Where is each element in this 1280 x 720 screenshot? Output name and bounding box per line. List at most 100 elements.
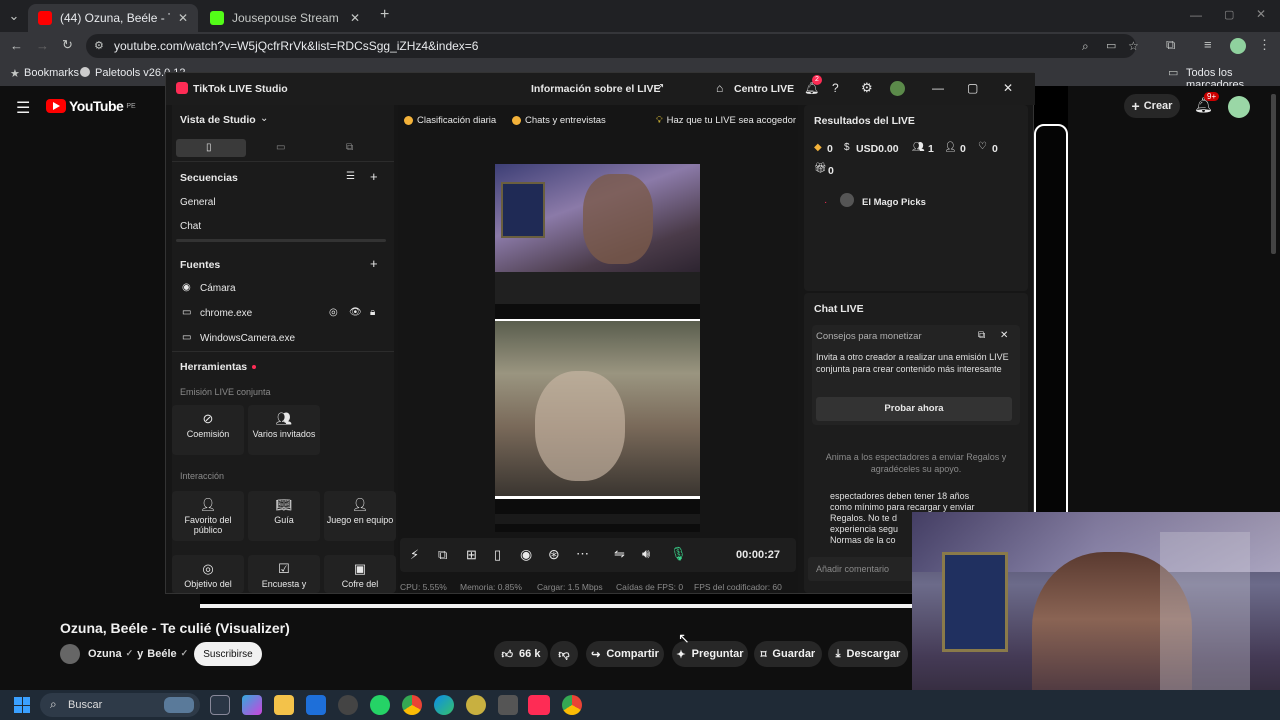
extensions-icon[interactable]: ⧉ bbox=[1166, 37, 1175, 53]
edge-icon[interactable] bbox=[434, 695, 454, 715]
dislike-button[interactable]: 👎︎ bbox=[550, 641, 578, 667]
bookmarks-label[interactable]: Bookmarks bbox=[24, 67, 79, 79]
portrait-layout-button[interactable]: ▯ bbox=[176, 139, 246, 157]
viewer-name[interactable]: El Mago Picks bbox=[862, 197, 926, 208]
whatsapp-icon[interactable] bbox=[370, 695, 390, 715]
live-info-link[interactable]: Información sobre el LIVE bbox=[531, 83, 661, 95]
settings-gear-icon[interactable]: ⚙ bbox=[861, 80, 873, 96]
task-view-icon[interactable] bbox=[210, 695, 230, 715]
sequence-item[interactable]: General bbox=[180, 197, 216, 208]
adjust-sliders-icon[interactable]: ⇋ bbox=[614, 546, 625, 562]
multi-guest-tool-button[interactable]: 👥︎ Varios invitados bbox=[248, 405, 320, 455]
tiktok-taskbar-icon[interactable] bbox=[528, 695, 550, 715]
tab-kick-stream[interactable]: Jousepouse Stream - Watch Liv ✕ bbox=[200, 4, 370, 32]
tab-youtube[interactable]: (44) Ozuna, Beéle - Te culié (Vis ✕ bbox=[28, 4, 198, 32]
bookmark-star-icon[interactable]: ☆ bbox=[1128, 34, 1139, 58]
address-bar[interactable]: ⚙ youtube.com/watch?v=W5jQcfrRrVk&list=R… bbox=[86, 34, 1139, 58]
help-icon[interactable]: ? bbox=[832, 81, 839, 95]
landscape-layout-icon[interactable]: ▭ bbox=[276, 142, 285, 153]
daily-ranking-chip[interactable]: Clasificación diaria bbox=[404, 111, 496, 129]
store-icon[interactable] bbox=[306, 695, 326, 715]
record-icon[interactable]: ◉ bbox=[520, 546, 532, 563]
like-button[interactable]: 👍︎ 66 k bbox=[494, 641, 548, 667]
live-center-button[interactable]: Centro LIVE bbox=[734, 83, 794, 95]
download-button[interactable]: ⤓ Descargar bbox=[828, 641, 908, 667]
source-chrome[interactable]: chrome.exe bbox=[200, 308, 252, 319]
reload-icon[interactable]: ↻ bbox=[62, 37, 73, 53]
app-icon[interactable] bbox=[338, 695, 358, 715]
chrome-profile-icon[interactable] bbox=[562, 695, 582, 715]
cast-icon[interactable]: ▭ bbox=[1106, 34, 1116, 58]
minimize-icon[interactable]: — bbox=[932, 81, 944, 95]
media-controls-icon[interactable]: ≡ bbox=[1204, 37, 1212, 52]
studio-view-dropdown[interactable]: Vista de Studio bbox=[180, 114, 256, 126]
save-button[interactable]: ⌑ Guardar bbox=[754, 641, 822, 667]
poll-tool-button[interactable]: ☑ Encuesta y bbox=[248, 555, 320, 593]
source-camera[interactable]: Cámara bbox=[200, 283, 236, 294]
app-icon[interactable] bbox=[466, 695, 486, 715]
channel-name-ozuna[interactable]: Ozuna bbox=[88, 648, 122, 660]
close-icon[interactable]: ✕ bbox=[1003, 81, 1013, 95]
add-media-icon[interactable]: ⊞ bbox=[466, 547, 477, 563]
microphone-icon[interactable]: 🎙︎ bbox=[670, 546, 687, 562]
add-sequence-icon[interactable]: + bbox=[370, 169, 378, 184]
team-game-tool-button[interactable]: 👤︎ Juego en equipo bbox=[324, 491, 396, 541]
youtube-logo[interactable]: YouTube PE bbox=[46, 98, 136, 114]
chats-interviews-chip[interactable]: Chats y entrevistas bbox=[512, 111, 606, 129]
effects-icon[interactable]: ⧉ bbox=[438, 547, 447, 563]
maximize-icon[interactable]: ▢ bbox=[967, 81, 978, 95]
volume-icon[interactable]: 🔊︎ bbox=[642, 546, 650, 562]
forward-icon[interactable]: → bbox=[36, 38, 49, 53]
lock-icon[interactable]: 🔒︎ bbox=[370, 307, 375, 318]
list-icon[interactable]: ☰ bbox=[346, 171, 355, 182]
popout-icon[interactable]: ⧉ bbox=[978, 330, 985, 341]
camera-switch-icon[interactable]: ⊛ bbox=[548, 546, 560, 563]
chrome-icon[interactable] bbox=[402, 695, 422, 715]
taskbar-search[interactable]: ⌕ Buscar bbox=[40, 693, 200, 717]
back-icon[interactable]: ← bbox=[10, 38, 23, 53]
phone-icon[interactable]: ▯ bbox=[494, 547, 501, 563]
share-button[interactable]: ↪ Compartir bbox=[586, 641, 664, 667]
copilot-icon[interactable] bbox=[242, 695, 262, 715]
cozy-live-chip[interactable]: 💡︎ Haz que tu LIVE sea acogedor bbox=[656, 111, 796, 129]
tiktok-avatar[interactable] bbox=[890, 81, 905, 96]
try-now-button[interactable]: Probar ahora bbox=[816, 397, 1012, 421]
close-tab-icon[interactable]: ✕ bbox=[178, 11, 188, 25]
sequences-scrollbar[interactable] bbox=[176, 239, 386, 242]
close-tab-icon[interactable]: ✕ bbox=[350, 11, 360, 25]
camera-app-icon[interactable] bbox=[498, 695, 518, 715]
more-options-icon[interactable]: ⋯ bbox=[576, 546, 589, 562]
youtube-avatar[interactable] bbox=[1228, 96, 1250, 118]
audience-favorite-tool-button[interactable]: 👤︎ Favorito del público bbox=[172, 491, 244, 541]
chest-tool-button[interactable]: ▣ Cofre del bbox=[324, 555, 396, 593]
new-tab-button[interactable]: + bbox=[380, 6, 389, 24]
page-scrollbar[interactable] bbox=[1271, 94, 1276, 254]
create-button[interactable]: + Crear bbox=[1124, 94, 1180, 118]
add-source-icon[interactable]: + bbox=[370, 256, 378, 271]
site-info-icon[interactable]: ⚙ bbox=[94, 34, 104, 58]
maximize-icon[interactable]: ▢ bbox=[1224, 8, 1234, 21]
source-windows-camera[interactable]: WindowsCamera.exe bbox=[200, 333, 295, 344]
cohost-tool-button[interactable]: ⊘ Coemisión bbox=[172, 405, 244, 455]
target-icon[interactable]: ◎ bbox=[329, 307, 338, 318]
zoom-icon[interactable]: ⌕ bbox=[1082, 34, 1089, 58]
profile-avatar[interactable] bbox=[1230, 38, 1246, 54]
sequence-item[interactable]: Chat bbox=[180, 221, 201, 232]
minimize-icon[interactable]: — bbox=[1190, 8, 1202, 22]
menu-hamburger-icon[interactable]: ☰ bbox=[16, 98, 30, 118]
start-button[interactable] bbox=[14, 697, 30, 713]
chrome-menu-icon[interactable]: ⋮ bbox=[1258, 37, 1271, 53]
channel-name-beele[interactable]: Beéle bbox=[147, 648, 176, 660]
tab-search-chevron-icon[interactable]: ⌄ bbox=[6, 8, 22, 24]
subscribe-button[interactable]: Suscribirse bbox=[194, 642, 262, 666]
channel-avatar[interactable] bbox=[60, 644, 80, 664]
eye-icon[interactable]: 👁︎ bbox=[349, 307, 362, 318]
magic-wand-icon[interactable]: ⚡︎ bbox=[410, 547, 419, 563]
dual-layout-icon[interactable]: ⧉ bbox=[346, 142, 353, 153]
close-window-icon[interactable]: ✕ bbox=[1256, 7, 1266, 21]
close-icon[interactable]: ✕ bbox=[1000, 330, 1008, 341]
share-live-icon[interactable]: ↗ bbox=[656, 82, 664, 93]
guide-tool-button[interactable]: 📖︎ Guía bbox=[248, 491, 320, 541]
goal-tool-button[interactable]: ◎ Objetivo del bbox=[172, 555, 244, 593]
live-preview-canvas[interactable] bbox=[495, 164, 700, 532]
